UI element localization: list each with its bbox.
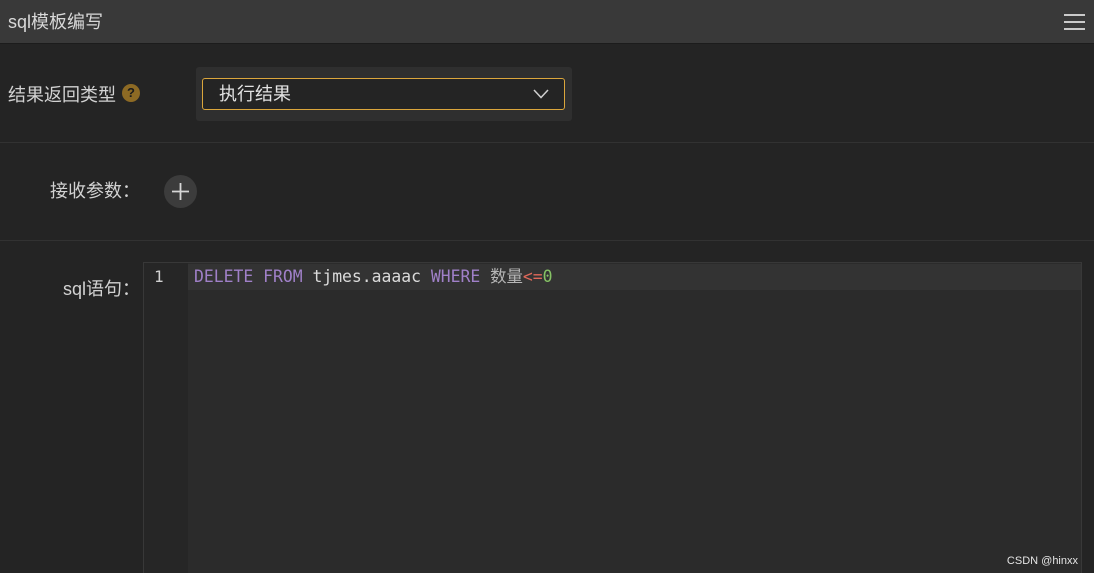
- code-token-keyword: DELETE: [194, 267, 254, 286]
- code-token-keyword: WHERE: [430, 267, 481, 286]
- add-param-button[interactable]: [164, 175, 197, 208]
- code-token-operator: <=: [522, 267, 543, 286]
- editor-gutter: 1: [144, 263, 188, 573]
- row-divider: [0, 240, 1094, 241]
- row-divider: [0, 142, 1094, 143]
- params-label: 接收参数：: [50, 181, 140, 201]
- menu-button[interactable]: [1062, 11, 1086, 33]
- code-token-identifier: tjmes.aaaac: [312, 267, 422, 286]
- result-type-select-wrapper: 执行结果: [196, 67, 572, 121]
- plus-icon: [172, 183, 189, 200]
- code-token-number: 0: [542, 267, 553, 286]
- result-type-select[interactable]: 执行结果: [202, 78, 565, 110]
- chevron-down-icon: [533, 89, 549, 99]
- line-number: 1: [154, 267, 164, 286]
- result-type-selected-value: 执行结果: [219, 84, 291, 104]
- sql-editor[interactable]: 1 DELETE FROM tjmes.aaaac WHERE 数量<=0: [143, 262, 1082, 573]
- question-circle-icon[interactable]: ?: [122, 84, 140, 102]
- page-title: sql模板编写: [8, 12, 104, 32]
- code-line[interactable]: DELETE FROM tjmes.aaaac WHERE 数量<=0: [194, 264, 553, 290]
- code-token-keyword: FROM: [263, 267, 303, 286]
- top-bar: sql模板编写: [0, 0, 1094, 44]
- sql-label: sql语句：: [62, 279, 140, 299]
- watermark: CSDN @hinxx: [1006, 555, 1078, 567]
- code-token-column: 数量: [490, 267, 523, 286]
- result-type-label: 结果返回类型: [8, 85, 116, 105]
